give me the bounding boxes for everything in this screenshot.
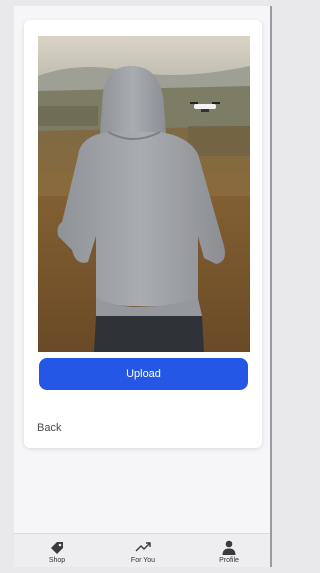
tab-label-shop: Shop	[48, 557, 66, 564]
back-link[interactable]: Back	[37, 422, 61, 434]
upload-button[interactable]: Upload	[39, 358, 248, 390]
tab-shop[interactable]: Shop	[14, 534, 100, 567]
app-screen: Upload Back Shop For You Profile	[14, 6, 272, 567]
tab-label-profile: Profile	[219, 557, 239, 564]
tab-profile[interactable]: Profile	[186, 534, 270, 567]
person-icon	[222, 540, 236, 555]
tab-for-you[interactable]: For You	[100, 534, 186, 567]
preview-image	[38, 36, 250, 352]
tag-icon	[51, 542, 63, 554]
bottom-tab-bar: Shop For You Profile	[14, 533, 270, 567]
photo-hooded-person-with-drone	[38, 36, 250, 352]
upload-card: Upload Back	[24, 20, 262, 448]
tab-label-for-you: For You	[130, 557, 156, 564]
trending-up-icon	[135, 542, 151, 552]
